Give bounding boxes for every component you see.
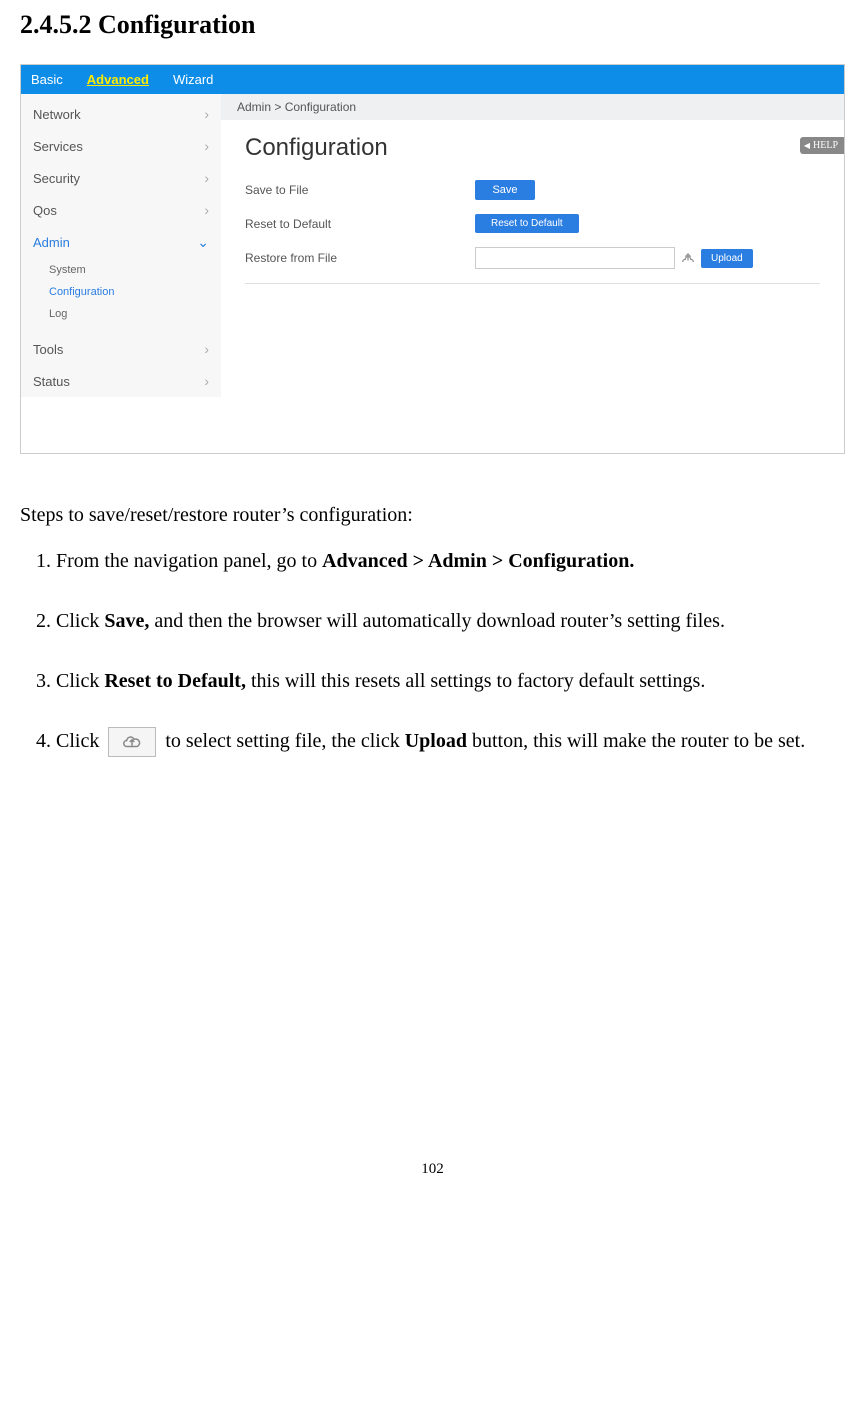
sidebar-sub-log[interactable]: Log bbox=[21, 303, 221, 325]
step-text: and then the browser will automatically … bbox=[149, 610, 725, 632]
page-title: Configuration bbox=[245, 134, 820, 162]
divider bbox=[245, 283, 820, 284]
step-4: Click to select setting file, the click … bbox=[56, 721, 845, 761]
chevron-down-icon: ⌄ bbox=[197, 234, 209, 251]
step-text: From the navigation panel, go to bbox=[56, 550, 322, 572]
chevron-right-icon: › bbox=[204, 170, 209, 186]
sidebar-item-network[interactable]: Network › bbox=[21, 98, 221, 130]
sidebar-label: Network bbox=[33, 107, 81, 122]
step-text: Click bbox=[56, 670, 104, 692]
steps-list: From the navigation panel, go to Advance… bbox=[20, 541, 845, 761]
content-area: Admin > Configuration Configuration Save… bbox=[221, 94, 844, 397]
row-reset: Reset to Default Reset to Default bbox=[245, 214, 820, 233]
sidebar-label: Status bbox=[33, 374, 70, 389]
step-text: to select setting file, the click bbox=[160, 730, 404, 752]
page-number: 102 bbox=[20, 1161, 845, 1178]
step-text: this will this resets all settings to fa… bbox=[246, 670, 705, 692]
step-text: Click bbox=[56, 610, 104, 632]
tab-wizard[interactable]: Wizard bbox=[173, 70, 213, 89]
sidebar-label: Qos bbox=[33, 203, 57, 218]
intro-text: Steps to save/reset/restore router’s con… bbox=[20, 504, 845, 527]
step-bold: Upload bbox=[405, 730, 467, 752]
help-tab[interactable]: HELP bbox=[800, 137, 844, 154]
sidebar-label: Tools bbox=[33, 342, 63, 357]
tab-advanced[interactable]: Advanced bbox=[87, 70, 149, 89]
file-path-input[interactable] bbox=[475, 247, 675, 269]
sidebar-sub-configuration[interactable]: Configuration bbox=[21, 281, 221, 303]
step-bold: Save, bbox=[104, 610, 149, 632]
router-ui-screenshot: Basic Advanced Wizard Network › Services… bbox=[20, 64, 845, 454]
save-button[interactable]: Save bbox=[475, 180, 535, 200]
sidebar-label: Admin bbox=[33, 235, 70, 250]
chevron-right-icon: › bbox=[204, 202, 209, 218]
upload-button[interactable]: Upload bbox=[701, 249, 753, 268]
chevron-right-icon: › bbox=[204, 341, 209, 357]
step-1: From the navigation panel, go to Advance… bbox=[56, 541, 845, 581]
sidebar-sub-system[interactable]: System bbox=[21, 259, 221, 281]
upload-cloud-icon bbox=[108, 727, 156, 757]
sidebar-item-status[interactable]: Status › bbox=[21, 365, 221, 397]
sidebar-item-qos[interactable]: Qos › bbox=[21, 194, 221, 226]
chevron-right-icon: › bbox=[204, 106, 209, 122]
tab-basic[interactable]: Basic bbox=[31, 70, 63, 89]
sidebar-item-tools[interactable]: Tools › bbox=[21, 333, 221, 365]
step-bold: Advanced > Admin > Configuration. bbox=[322, 550, 634, 572]
step-text: Click bbox=[56, 730, 104, 752]
sidebar-label: Security bbox=[33, 171, 80, 186]
label-save-to-file: Save to File bbox=[245, 183, 475, 197]
row-save: Save to File Save bbox=[245, 180, 820, 200]
sidebar: Network › Services › Security › Qos › Ad… bbox=[21, 94, 221, 397]
tab-bar: Basic Advanced Wizard bbox=[21, 65, 844, 94]
reset-button[interactable]: Reset to Default bbox=[475, 214, 579, 233]
chevron-right-icon: › bbox=[204, 373, 209, 389]
sidebar-item-services[interactable]: Services › bbox=[21, 130, 221, 162]
help-label: HELP bbox=[813, 140, 838, 151]
label-restore-from-file: Restore from File bbox=[245, 251, 475, 265]
sidebar-item-security[interactable]: Security › bbox=[21, 162, 221, 194]
sidebar-item-admin[interactable]: Admin ⌄ bbox=[21, 226, 221, 259]
step-3: Click Reset to Default, this will this r… bbox=[56, 661, 845, 701]
chevron-right-icon: › bbox=[204, 138, 209, 154]
row-restore: Restore from File Upload bbox=[245, 247, 820, 269]
sidebar-label: Services bbox=[33, 139, 83, 154]
step-text: button, this will make the router to be … bbox=[467, 730, 805, 752]
section-heading: 2.4.5.2 Configuration bbox=[20, 10, 845, 40]
label-reset-to-default: Reset to Default bbox=[245, 217, 475, 231]
file-select-icon[interactable] bbox=[677, 247, 699, 269]
step-2: Click Save, and then the browser will au… bbox=[56, 601, 845, 641]
breadcrumb: Admin > Configuration bbox=[221, 94, 844, 120]
step-bold: Reset to Default, bbox=[104, 670, 246, 692]
